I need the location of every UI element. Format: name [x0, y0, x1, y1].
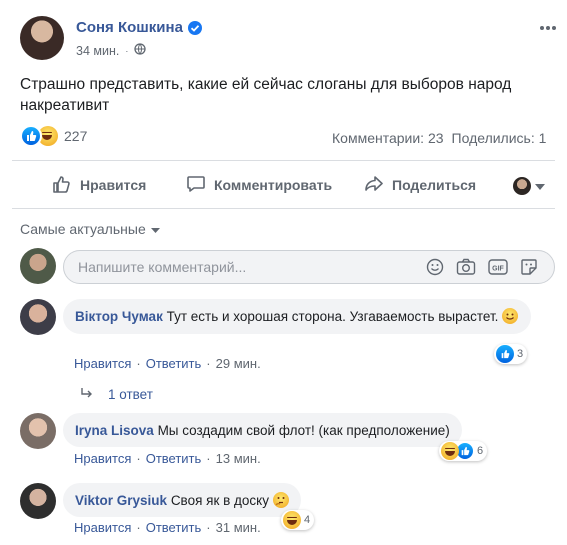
comment-bubble: Iryna Lisova Мы создадим свой флот! (как… [63, 413, 462, 447]
comment-reactions[interactable]: 4 [281, 510, 315, 530]
comment-reactions[interactable]: 6 [439, 441, 488, 461]
globe-icon[interactable] [134, 43, 146, 58]
divider [12, 160, 555, 161]
engagement-counts: Комментарии: 23 Поделились: 1 [332, 130, 546, 146]
comment-text: Мы создадим свой флот! (как предположени… [157, 423, 450, 438]
sticker-icon[interactable] [520, 258, 538, 281]
comment-like-link[interactable]: Нравится [74, 451, 131, 466]
sort-label: Самые актуальные [20, 221, 146, 237]
like-reaction-icon [20, 125, 42, 147]
comment-icon [186, 174, 206, 197]
comment-author[interactable]: Iryna Lisova [75, 423, 154, 438]
comment-time[interactable]: 13 мин. [216, 451, 261, 466]
post-time[interactable]: 34 мин. [76, 44, 119, 58]
replies-count: 1 ответ [108, 387, 153, 402]
comment-composer[interactable]: Напишите комментарий... GIF [63, 250, 555, 284]
like-button-label: Нравится [80, 177, 147, 193]
comment-button[interactable]: Комментировать [186, 170, 332, 200]
smile-emoji-icon [502, 308, 519, 324]
author-avatar[interactable] [20, 16, 64, 60]
caret-down-icon [150, 221, 160, 237]
haha-reaction-icon [441, 442, 459, 460]
commenter-avatar[interactable] [20, 483, 56, 519]
page-avatar [513, 177, 531, 195]
comment-text: Тут есть и хорошая сторона. Узгаваемость… [166, 309, 499, 324]
current-user-avatar[interactable] [20, 248, 56, 284]
svg-text:GIF: GIF [492, 266, 504, 273]
comment-author[interactable]: Віктор Чумак [75, 309, 163, 324]
comment-like-link[interactable]: Нравится [74, 356, 131, 371]
comment-reactions[interactable]: 3 [494, 344, 528, 364]
camera-icon[interactable] [456, 258, 476, 281]
comment-reply-link[interactable]: Ответить [146, 451, 202, 466]
divider [12, 208, 555, 209]
comment-actions: Нравится · Ответить · 31 мин. [74, 520, 261, 535]
like-reaction-icon [496, 345, 514, 363]
comment-bubble: Viktor Grysiuk Своя як в доску [63, 483, 301, 517]
post-meta: 34 мин. · [76, 43, 146, 58]
author-name[interactable]: Соня Кошкина [76, 19, 183, 36]
share-icon [364, 174, 384, 197]
commenter-avatar[interactable] [20, 413, 56, 449]
commenter-avatar[interactable] [20, 299, 56, 335]
comment-button-label: Комментировать [214, 177, 333, 193]
comment-like-link[interactable]: Нравится [74, 520, 131, 535]
reply-arrow-icon [80, 387, 94, 402]
comment-time[interactable]: 31 мин. [216, 520, 261, 535]
haha-reaction-icon [283, 511, 301, 529]
shares-count[interactable]: Поделились: 1 [452, 130, 547, 146]
author-line: Соня Кошкина [76, 19, 202, 36]
more-dots-icon[interactable] [538, 18, 558, 38]
verified-badge-icon [187, 20, 202, 35]
share-button[interactable]: Поделиться [364, 170, 476, 200]
post-text: Страшно представить, какие ей сейчас сло… [20, 76, 512, 114]
chevron-down-icon [535, 177, 545, 195]
post-as-selector[interactable] [513, 177, 545, 195]
reaction-count: 6 [477, 445, 484, 457]
comment-input-placeholder[interactable]: Напишите комментарий... [78, 259, 246, 275]
thumbs-up-icon [52, 174, 72, 197]
comment-author[interactable]: Viktor Grysiuk [75, 493, 167, 508]
share-button-label: Поделиться [392, 177, 477, 193]
comment-text: Своя як в доску [170, 493, 269, 508]
thinking-emoji-icon [272, 492, 289, 508]
view-replies-link[interactable]: 1 ответ [80, 387, 153, 402]
gif-icon[interactable]: GIF [488, 258, 508, 281]
comment-reply-link[interactable]: Ответить [146, 356, 202, 371]
comment-bubble: Віктор Чумак Тут есть и хорошая сторона.… [63, 299, 531, 334]
comment-actions: Нравится · Ответить · 29 мин. [74, 356, 261, 371]
reactions-count[interactable]: 227 [64, 128, 87, 144]
reactions-summary[interactable]: 227 [20, 125, 87, 147]
like-button[interactable]: Нравится [52, 170, 146, 200]
reaction-count: 4 [304, 514, 311, 526]
reaction-count: 3 [517, 348, 524, 360]
comment-time[interactable]: 29 мин. [216, 356, 261, 371]
comment-sort-selector[interactable]: Самые актуальные [20, 221, 160, 237]
comments-count[interactable]: Комментарии: 23 [332, 130, 444, 146]
emoji-icon[interactable] [426, 258, 444, 281]
comment-actions: Нравится · Ответить · 13 мин. [74, 451, 261, 466]
comment-reply-link[interactable]: Ответить [146, 520, 202, 535]
